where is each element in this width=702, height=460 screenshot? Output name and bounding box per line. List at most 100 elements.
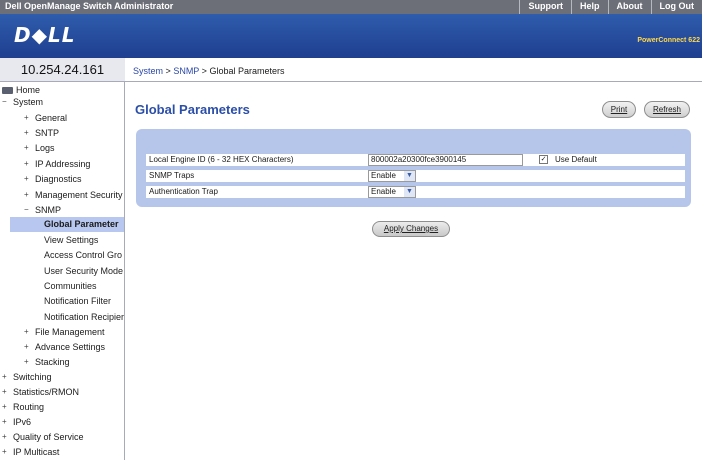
nav-label: Switching (13, 372, 52, 382)
nav-label: Home (16, 85, 41, 95)
expand-icon[interactable] (24, 140, 32, 155)
nav-ip-multicast[interactable]: IP Multicast (2, 444, 60, 460)
nav-user-security-model[interactable]: User Security Mode (44, 264, 123, 279)
nav-label: Notification Recipier (44, 312, 125, 322)
expand-icon[interactable] (24, 171, 32, 186)
nav-label: File Management (35, 327, 105, 337)
top-bar: Dell OpenManage Switch Administrator Sup… (0, 0, 702, 14)
nav-label: View Settings (44, 235, 99, 245)
nav-file-management[interactable]: File Management (24, 324, 105, 340)
nav-general[interactable]: General (24, 110, 68, 126)
engine-id-row: Local Engine ID (6 - 32 HEX Characters) … (146, 154, 685, 166)
expand-icon[interactable] (2, 414, 10, 429)
snmp-traps-row: SNMP Traps Enable ▼ (146, 170, 685, 182)
nav-snmp[interactable]: SNMP (24, 202, 62, 218)
nav-routing[interactable]: Routing (2, 399, 45, 415)
nav-quality-of-service[interactable]: Quality of Service (2, 429, 84, 445)
nav-label: IPv6 (13, 417, 32, 427)
expand-icon[interactable] (24, 187, 32, 202)
nav-label: General (35, 113, 68, 123)
expand-icon[interactable] (2, 429, 10, 444)
nav-switching[interactable]: Switching (2, 369, 52, 385)
expand-icon[interactable] (24, 354, 32, 369)
nav-label: User Security Mode (44, 266, 124, 276)
auth-trap-select[interactable]: Enable ▼ (368, 186, 416, 198)
use-default-label: Use Default (555, 155, 597, 164)
nav-label: Advance Settings (35, 342, 106, 352)
header-banner: D◆LL PowerConnect 622 (0, 14, 702, 58)
expand-icon[interactable] (2, 399, 10, 414)
help-link[interactable]: Help (570, 0, 608, 14)
nav-label: Quality of Service (13, 432, 84, 442)
auth-trap-label: Authentication Trap (149, 187, 218, 196)
nav-system[interactable]: System (2, 94, 44, 110)
logout-link[interactable]: Log Out (650, 0, 702, 14)
expand-icon[interactable] (24, 156, 32, 171)
nav-communities[interactable]: Communities (44, 279, 97, 294)
chevron-down-icon[interactable]: ▼ (404, 187, 415, 197)
expand-icon[interactable] (2, 369, 10, 384)
settings-panel: Local Engine ID (6 - 32 HEX Characters) … (136, 129, 691, 207)
nav-logs[interactable]: Logs (24, 140, 55, 156)
page-title: Global Parameters (135, 102, 250, 117)
chevron-down-icon[interactable]: ▼ (404, 171, 415, 181)
expand-icon[interactable] (2, 444, 10, 459)
nav-label: SNMP (35, 205, 62, 215)
refresh-button[interactable]: Refresh (644, 101, 690, 118)
nav-label: Stacking (35, 357, 70, 367)
ip-address: 10.254.24.161 (0, 58, 125, 82)
collapse-icon[interactable] (24, 202, 32, 217)
expand-icon[interactable] (24, 125, 32, 140)
nav-notification-filter[interactable]: Notification Filter (44, 294, 111, 309)
nav-label: Global Parameter (44, 219, 119, 229)
expand-icon[interactable] (24, 339, 32, 354)
auth-trap-value: Enable (371, 187, 396, 196)
expand-icon[interactable] (2, 384, 10, 399)
breadcrumb: System > SNMP > Global Parameters (125, 58, 702, 82)
top-links: Support Help About Log Out (519, 0, 702, 14)
breadcrumb-snmp[interactable]: SNMP (173, 66, 199, 76)
breadcrumb-system[interactable]: System (133, 66, 163, 76)
expand-icon[interactable] (24, 110, 32, 125)
support-link[interactable]: Support (519, 0, 571, 14)
nav-view-settings[interactable]: View Settings (44, 233, 98, 248)
sidebar-nav: Home System General SNTP Logs IP Address… (0, 82, 125, 460)
breadcrumb-separator: > (165, 66, 171, 76)
nav-label: System (13, 97, 44, 107)
auth-trap-row: Authentication Trap Enable ▼ (146, 186, 685, 198)
snmp-traps-select[interactable]: Enable ▼ (368, 170, 416, 182)
print-button[interactable]: Print (602, 101, 636, 118)
engine-id-label: Local Engine ID (6 - 32 HEX Characters) (149, 155, 294, 164)
nav-ipv6[interactable]: IPv6 (2, 414, 32, 430)
nav-label: Diagnostics (35, 174, 82, 184)
app-title: Dell OpenManage Switch Administrator (5, 1, 174, 11)
dell-logo: D◆LL (14, 23, 76, 47)
nav-sntp[interactable]: SNTP (24, 125, 60, 141)
nav-label: Logs (35, 143, 55, 153)
nav-label: Statistics/RMON (13, 387, 80, 397)
home-icon (2, 87, 13, 94)
breadcrumb-separator: > (201, 66, 207, 76)
nav-label: SNTP (35, 128, 60, 138)
use-default-checkbox[interactable]: ✓ (539, 155, 548, 164)
nav-diagnostics[interactable]: Diagnostics (24, 171, 82, 187)
nav-label: Access Control Gro (44, 250, 123, 260)
nav-stacking[interactable]: Stacking (24, 354, 70, 370)
engine-id-input[interactable]: 800002a20300fce3900145 (368, 154, 523, 166)
expand-icon[interactable] (24, 324, 32, 339)
about-link[interactable]: About (607, 0, 651, 14)
nav-label: IP Multicast (13, 447, 60, 457)
nav-label: Routing (13, 402, 45, 412)
nav-statistics-rmon[interactable]: Statistics/RMON (2, 384, 80, 400)
nav-notification-recipients[interactable]: Notification Recipier (44, 310, 124, 325)
nav-ip-addressing[interactable]: IP Addressing (24, 156, 90, 172)
nav-management-security[interactable]: Management Security (24, 187, 123, 203)
nav-global-parameters[interactable]: Global Parameter (10, 217, 124, 232)
snmp-traps-label: SNMP Traps (149, 171, 195, 180)
breadcrumb-current: Global Parameters (209, 66, 285, 76)
nav-advance-settings[interactable]: Advance Settings (24, 339, 106, 355)
apply-changes-button[interactable]: Apply Changes (372, 221, 450, 237)
nav-label: Management Security (35, 190, 123, 200)
nav-access-control-groups[interactable]: Access Control Gro (44, 248, 122, 263)
collapse-icon[interactable] (2, 94, 10, 109)
